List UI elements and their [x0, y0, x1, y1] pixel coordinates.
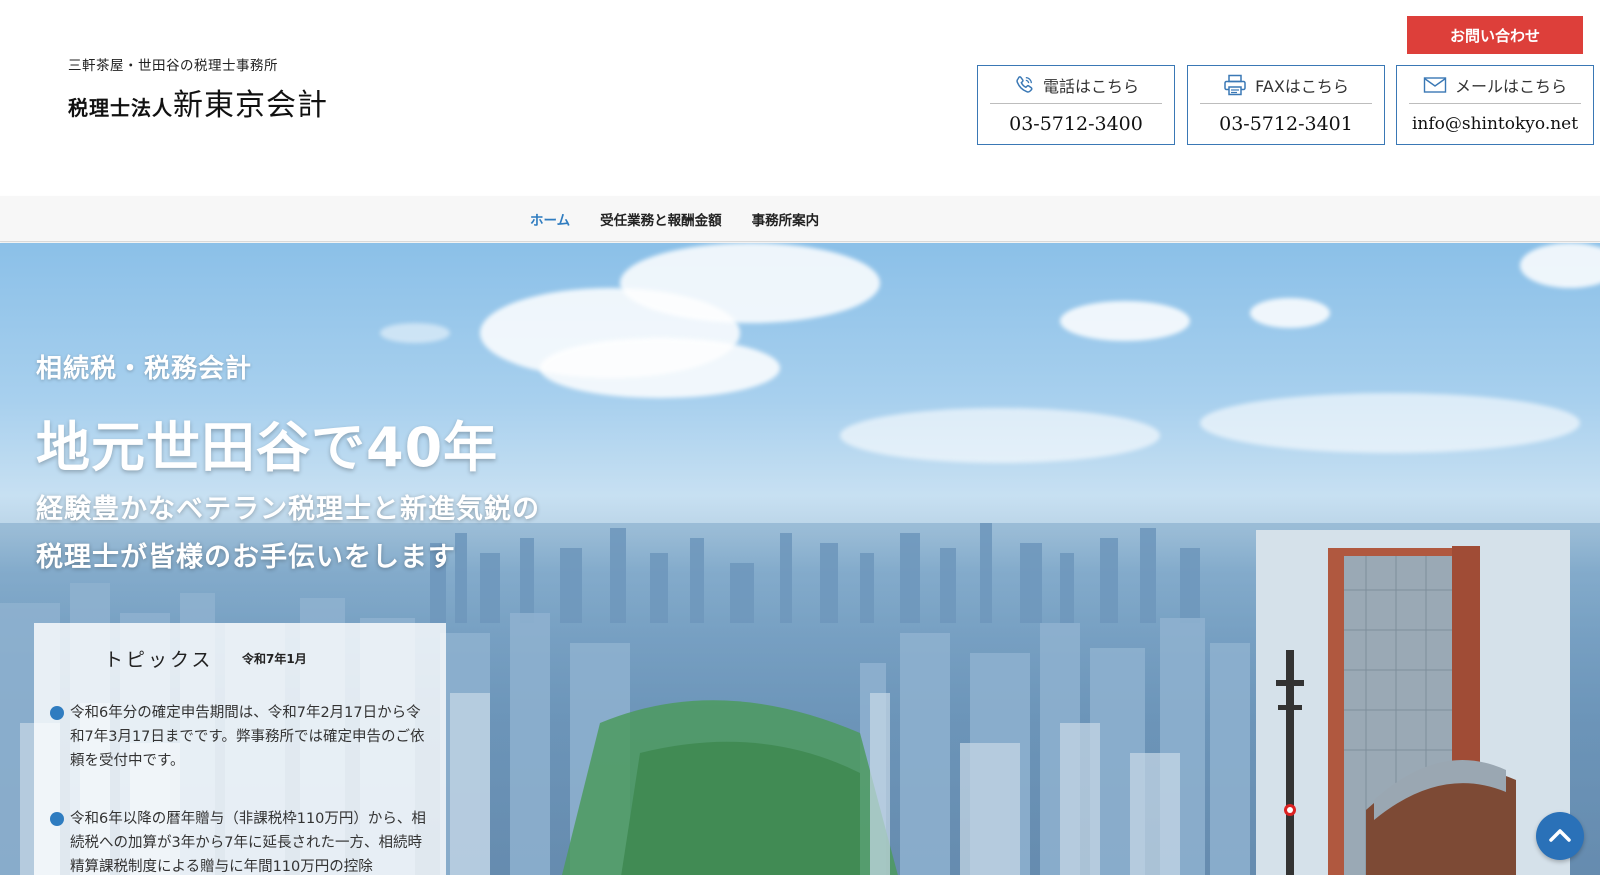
- site-header: 三軒茶屋・世田谷の税理士事務所 税理士法人新東京会計 お問い合わせ 電話はこちら…: [0, 0, 1600, 196]
- site-tagline: 三軒茶屋・世田谷の税理士事務所: [68, 58, 278, 74]
- nav-item-home[interactable]: ホーム: [530, 209, 570, 229]
- phone-box[interactable]: 電話はこちら 03-5712-3400: [977, 65, 1175, 145]
- firm-name: 新東京会計: [173, 88, 328, 123]
- fax-number: 03-5712-3401: [1219, 113, 1353, 135]
- hero-subtitle: 相続税・税務会計: [36, 354, 253, 384]
- cloud: [1060, 301, 1190, 341]
- topic-text: 令和6年以降の暦年贈与（非課税枠110万円）から、相続税への加算が3年から7年に…: [70, 811, 426, 875]
- nav-item-services-fees[interactable]: 受任業務と報酬金額: [600, 209, 722, 229]
- topic-item: 令和6年以降の暦年贈与（非課税枠110万円）から、相続税への加算が3年から7年に…: [50, 807, 430, 875]
- phone-label: 電話はこちら: [1042, 76, 1139, 96]
- topic-text: 令和6年分の確定申告期間は、令和7年2月17日から令和7年3月17日までです。弊…: [70, 705, 425, 769]
- bullet-icon: [50, 812, 64, 826]
- cloud: [840, 408, 1160, 463]
- printer-icon: [1223, 74, 1247, 96]
- cloud: [540, 338, 780, 398]
- hero-desc-line1: 経験豊かなベテラン税理士と新進気鋭の: [36, 494, 540, 525]
- cloud: [620, 243, 880, 323]
- nav-item-office-info[interactable]: 事務所案内: [752, 209, 820, 229]
- email-address[interactable]: info@shintokyo.net: [1397, 104, 1593, 144]
- cloud: [1200, 393, 1580, 453]
- main-nav: ホーム 受任業務と報酬金額 事務所案内: [0, 196, 1600, 242]
- firm-prefix: 税理士法人: [68, 96, 173, 120]
- fax-box[interactable]: FAXはこちら 03-5712-3401: [1187, 65, 1385, 145]
- fax-label: FAXはこちら: [1255, 76, 1349, 96]
- phone-number[interactable]: 03-5712-3400: [978, 104, 1174, 144]
- hero-desc-line2: 税理士が皆様のお手伝いをします: [36, 542, 456, 573]
- hero-section: 相続税・税務会計 地元世田谷で40年 経験豊かなベテラン税理士と新進気鋭の 税理…: [0, 243, 1600, 875]
- bullet-icon: [50, 706, 64, 720]
- hero-title: 地元世田谷で40年: [36, 416, 499, 479]
- cloud: [380, 323, 450, 343]
- topics-title: トピックス: [104, 649, 214, 671]
- envelope-icon: [1423, 76, 1447, 94]
- office-building-photo: [1256, 530, 1570, 875]
- cloud: [1520, 243, 1600, 288]
- hero-description: 経験豊かなベテラン税理士と新進気鋭の 税理士が皆様のお手伝いをします: [36, 486, 540, 582]
- email-box[interactable]: メールはこちら info@shintokyo.net: [1396, 65, 1594, 145]
- phone-icon: [1013, 74, 1035, 96]
- scroll-to-top-button[interactable]: [1536, 812, 1584, 860]
- contact-button[interactable]: お問い合わせ: [1407, 16, 1583, 54]
- chevron-up-icon: [1549, 827, 1571, 846]
- topic-item: 令和6年分の確定申告期間は、令和7年2月17日から令和7年3月17日までです。弊…: [50, 701, 430, 773]
- cloud: [1250, 298, 1330, 328]
- topics-panel: トピックス 令和7年1月 令和6年分の確定申告期間は、令和7年2月17日から令和…: [34, 623, 446, 875]
- topics-date: 令和7年1月: [242, 652, 307, 666]
- firm-logo[interactable]: 税理士法人新東京会計: [68, 80, 328, 124]
- email-label: メールはこちら: [1454, 76, 1567, 96]
